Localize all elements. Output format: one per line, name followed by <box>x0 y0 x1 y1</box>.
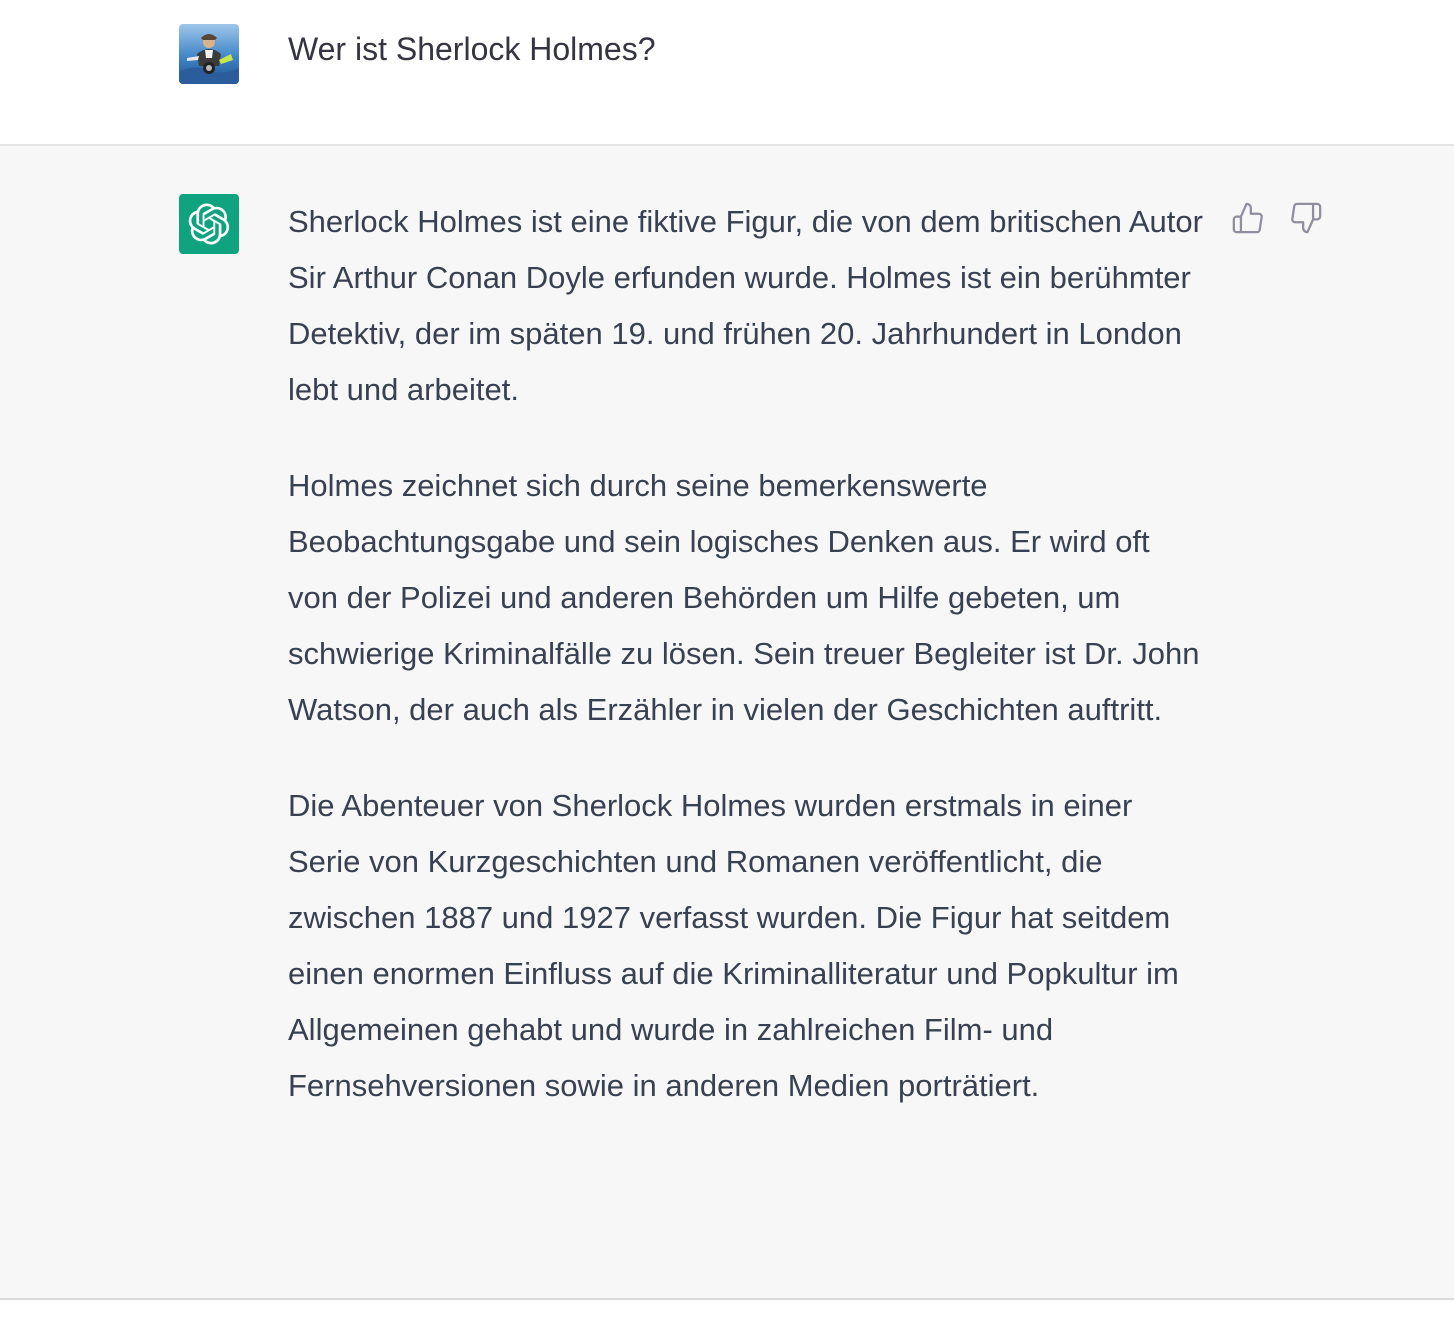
assistant-paragraph: Sherlock Holmes ist eine fiktive Figur, … <box>288 204 1203 407</box>
thumbs-down-icon <box>1291 202 1322 234</box>
chat-thread: Wer ist Sherlock Holmes? Sherlock Holmes… <box>0 0 1454 1344</box>
assistant-message: Sherlock Holmes ist eine fiktive Figur, … <box>288 194 1208 1154</box>
user-avatar-icon <box>179 24 239 84</box>
thumbs-up-icon <box>1232 202 1263 234</box>
openai-logo-icon <box>188 203 230 245</box>
thumbs-up-button[interactable] <box>1230 200 1266 236</box>
user-avatar <box>179 24 239 84</box>
user-message: Wer ist Sherlock Holmes? <box>288 31 656 67</box>
user-turn: Wer ist Sherlock Holmes? <box>0 0 1454 146</box>
assistant-paragraph: Holmes zeichnet sich durch seine bemerke… <box>288 468 1200 727</box>
thumbs-down-button[interactable] <box>1288 200 1324 236</box>
assistant-turn: Sherlock Holmes ist eine fiktive Figur, … <box>0 146 1454 1300</box>
assistant-avatar <box>179 194 239 254</box>
assistant-paragraph: Die Abenteuer von Sherlock Holmes wurden… <box>288 788 1179 1103</box>
